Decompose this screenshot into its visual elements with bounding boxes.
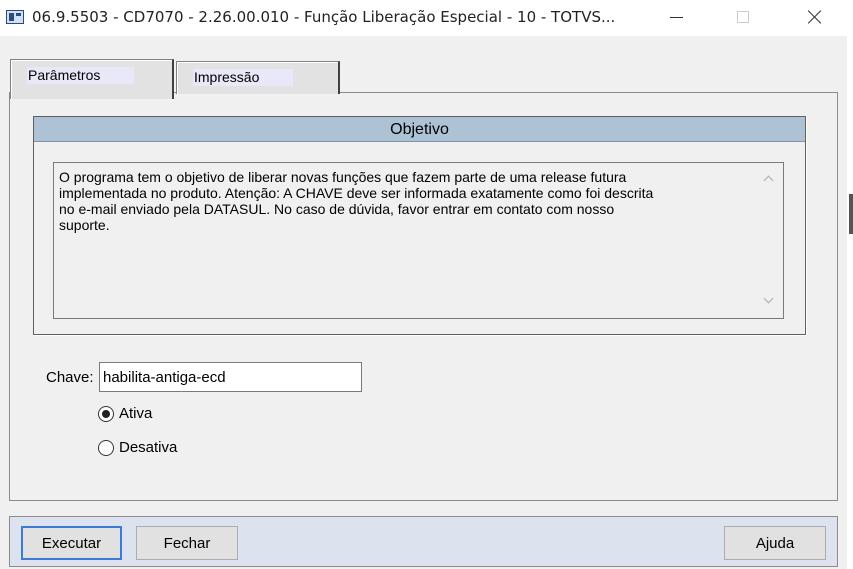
radio-unchecked-icon[interactable] [98,439,114,456]
close-window-button[interactable] [792,0,838,36]
executar-button[interactable]: Executar [21,526,122,560]
radio-desativa[interactable]: Desativa [98,439,177,456]
app-icon [6,10,24,24]
radio-ativa-label: Ativa [119,405,153,422]
minimize-button[interactable] [653,0,699,36]
chave-input[interactable] [99,362,362,392]
window-title: 06.9.5503 - CD7070 - 2.26.00.010 - Funçã… [32,8,616,26]
fechar-button[interactable]: Fechar [136,526,238,560]
objetivo-heading: Objetivo [34,117,805,142]
scroll-down-icon[interactable] [760,294,778,308]
title-bar: 06.9.5503 - CD7070 - 2.26.00.010 - Funçã… [0,0,853,36]
radio-desativa-label: Desativa [119,439,178,456]
main-window: 06.9.5503 - CD7070 - 2.26.00.010 - Funçã… [0,0,853,569]
ajuda-button[interactable]: Ajuda [724,526,826,560]
radio-ativa[interactable]: Ativa [98,405,152,422]
tab-parametros[interactable]: Parâmetros [10,59,174,99]
radio-checked-icon[interactable] [98,405,114,422]
chave-label: Chave: [46,369,94,386]
tab-parametros-label: Parâmetros [27,67,135,84]
scroll-up-icon[interactable] [760,171,778,185]
button-bar [9,516,838,567]
scroll-marker [849,194,853,234]
window-edge [847,36,853,569]
maximize-button [720,0,766,36]
objetivo-textarea[interactable]: O programa tem o objetivo de liberar nov… [53,162,784,319]
tab-impressao-label: Impressão [193,69,294,86]
objetivo-text: O programa tem o objetivo de liberar nov… [59,169,654,233]
tab-impressao[interactable]: Impressão [176,61,340,94]
